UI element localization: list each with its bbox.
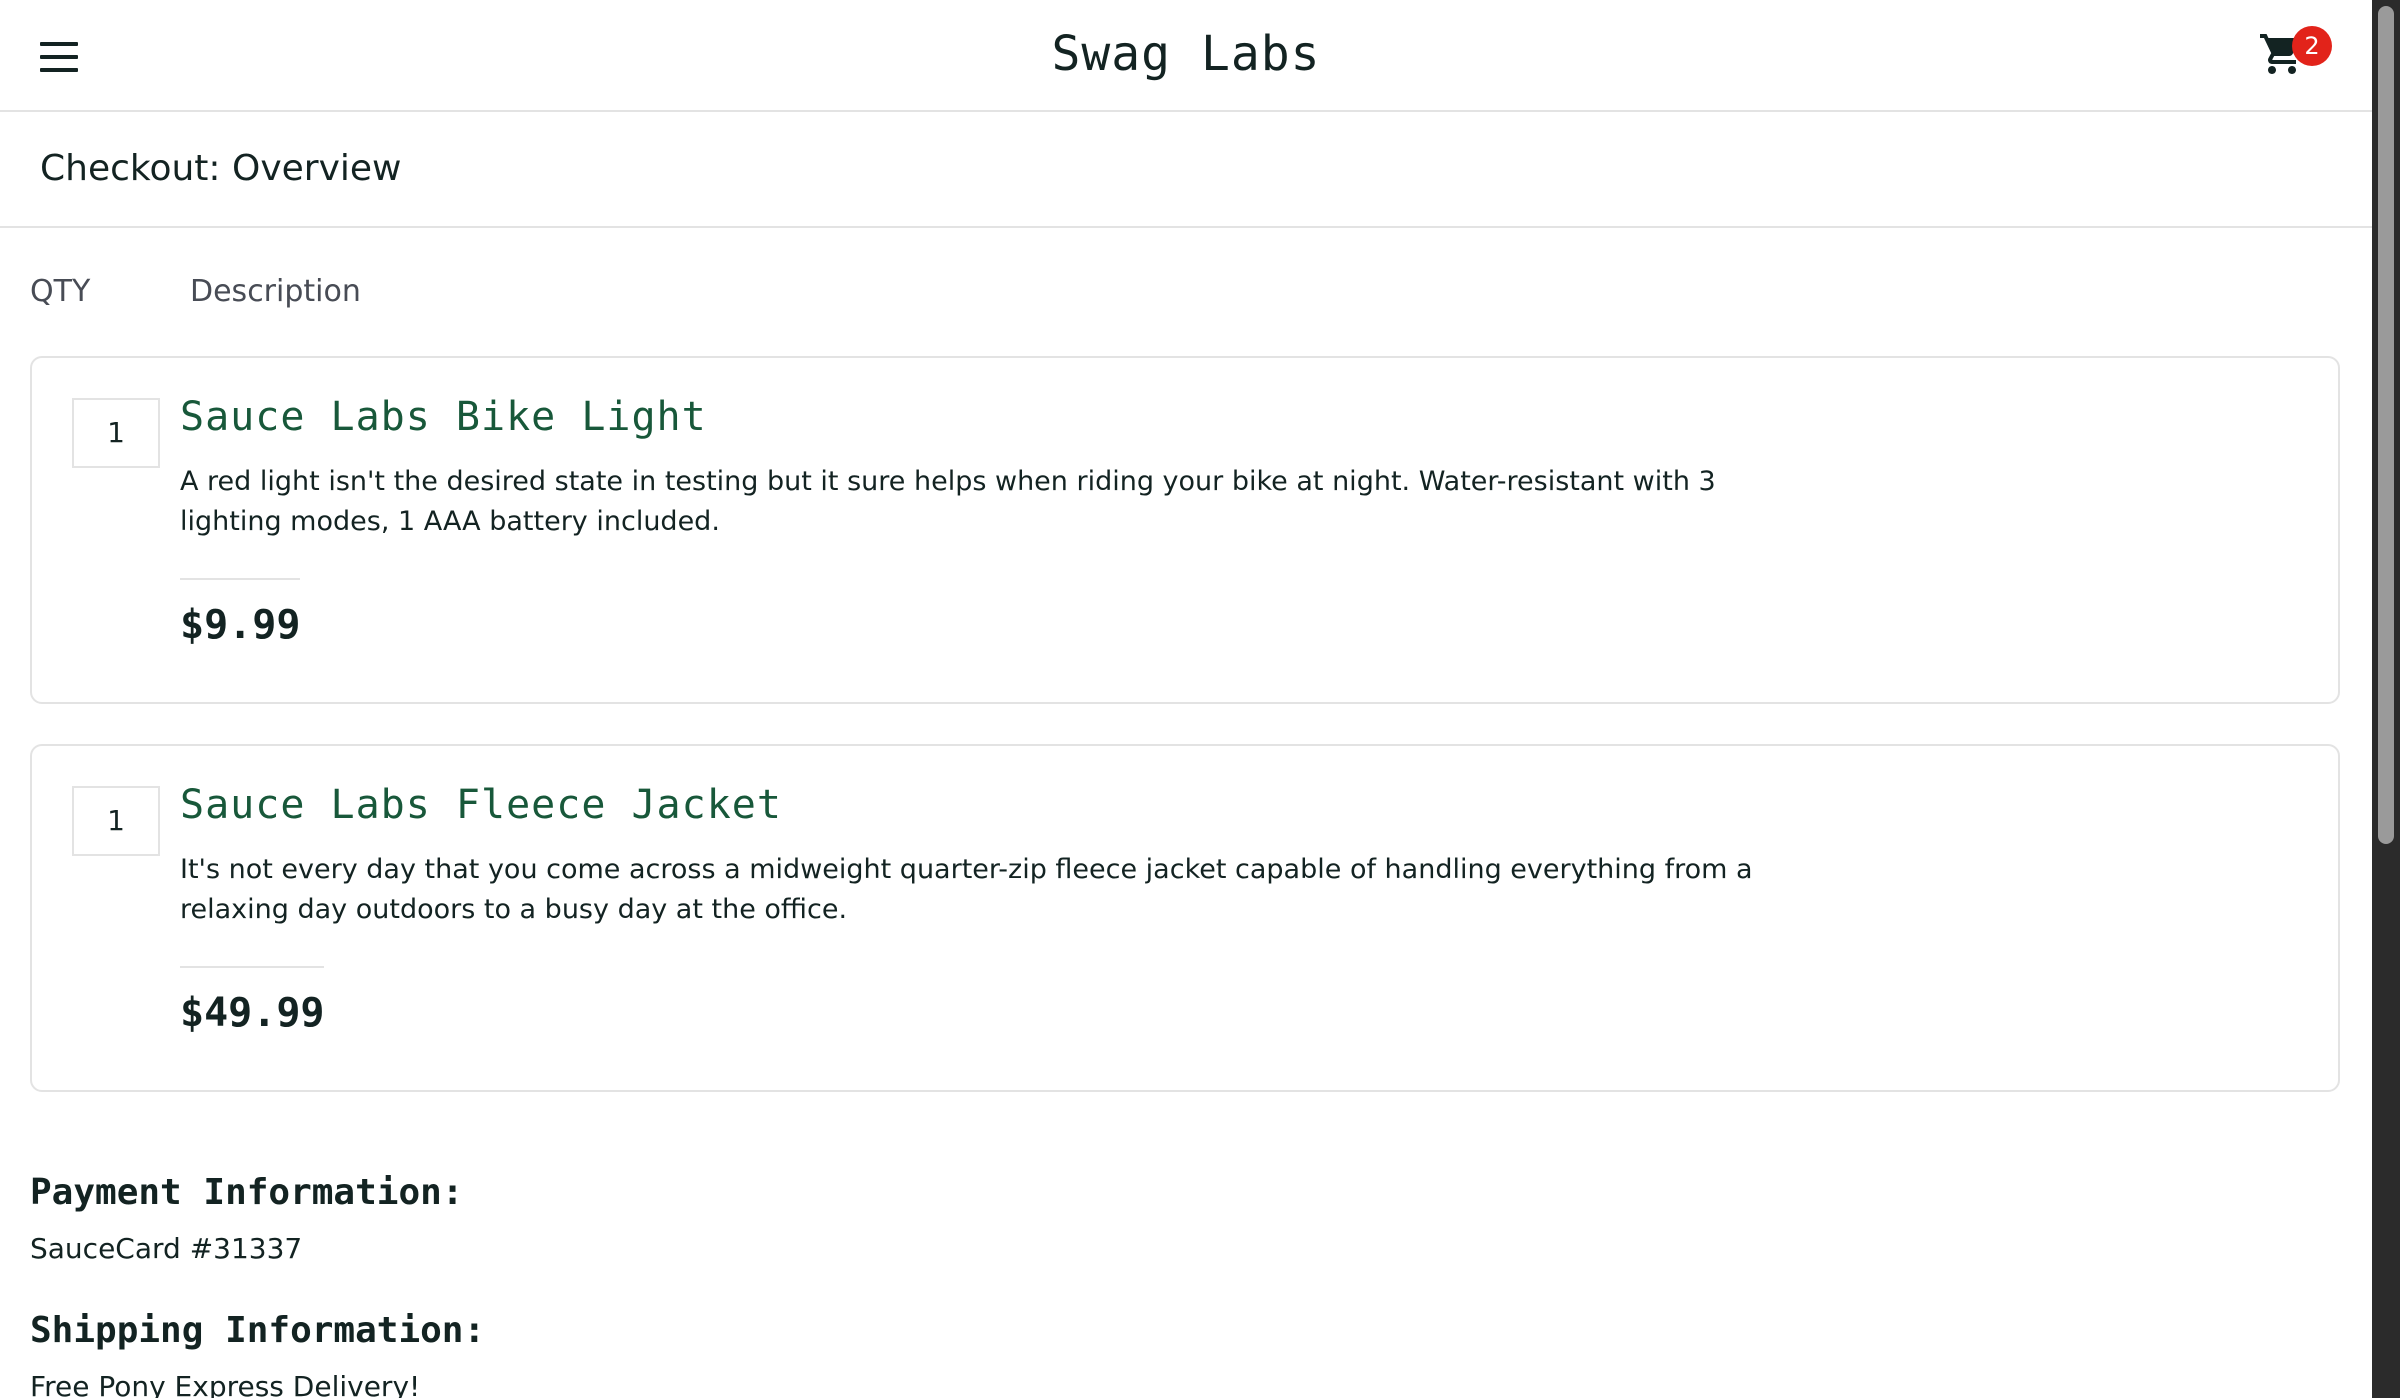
item-quantity: 1	[72, 786, 160, 856]
scrollbar-thumb[interactable]	[2378, 6, 2394, 844]
price-divider	[180, 578, 300, 580]
main-content: Swag Labs 2 Checkout: Overview QTY Descr…	[0, 0, 2372, 1398]
item-price: $9.99	[180, 602, 301, 648]
vertical-scrollbar[interactable]	[2372, 0, 2400, 1398]
item-name-link[interactable]: Sauce Labs Fleece Jacket	[180, 782, 782, 828]
checkout-overview-page: Swag Labs 2 Checkout: Overview QTY Descr…	[0, 0, 2400, 1398]
column-label-qty: QTY	[30, 274, 91, 309]
item-price: $49.99	[180, 990, 325, 1036]
item-description: It's not every day that you come across …	[180, 854, 1753, 925]
payment-info-value: SauceCard #31337	[30, 1232, 303, 1265]
column-label-description: Description	[190, 274, 361, 309]
app-title: Swag Labs	[1051, 26, 1321, 82]
secondary-header: Checkout: Overview	[0, 112, 2372, 228]
cart-item: 1 Sauce Labs Fleece Jacket It's not ever…	[30, 744, 2340, 1092]
shopping-cart-link[interactable]: 2	[2258, 26, 2334, 82]
item-description: A red light isn't the desired state in t…	[180, 466, 1716, 537]
price-divider	[180, 966, 324, 968]
cart-item: 1 Sauce Labs Bike Light A red light isn'…	[30, 356, 2340, 704]
primary-header: Swag Labs 2	[0, 0, 2372, 112]
shipping-info-value: Free Pony Express Delivery!	[30, 1370, 421, 1398]
cart-badge: 2	[2292, 26, 2332, 66]
item-name-link[interactable]: Sauce Labs Bike Light	[180, 394, 707, 440]
payment-info-label: Payment Information:	[30, 1172, 464, 1213]
item-quantity: 1	[72, 398, 160, 468]
shipping-info-label: Shipping Information:	[30, 1310, 486, 1351]
page-title: Checkout: Overview	[40, 148, 402, 189]
